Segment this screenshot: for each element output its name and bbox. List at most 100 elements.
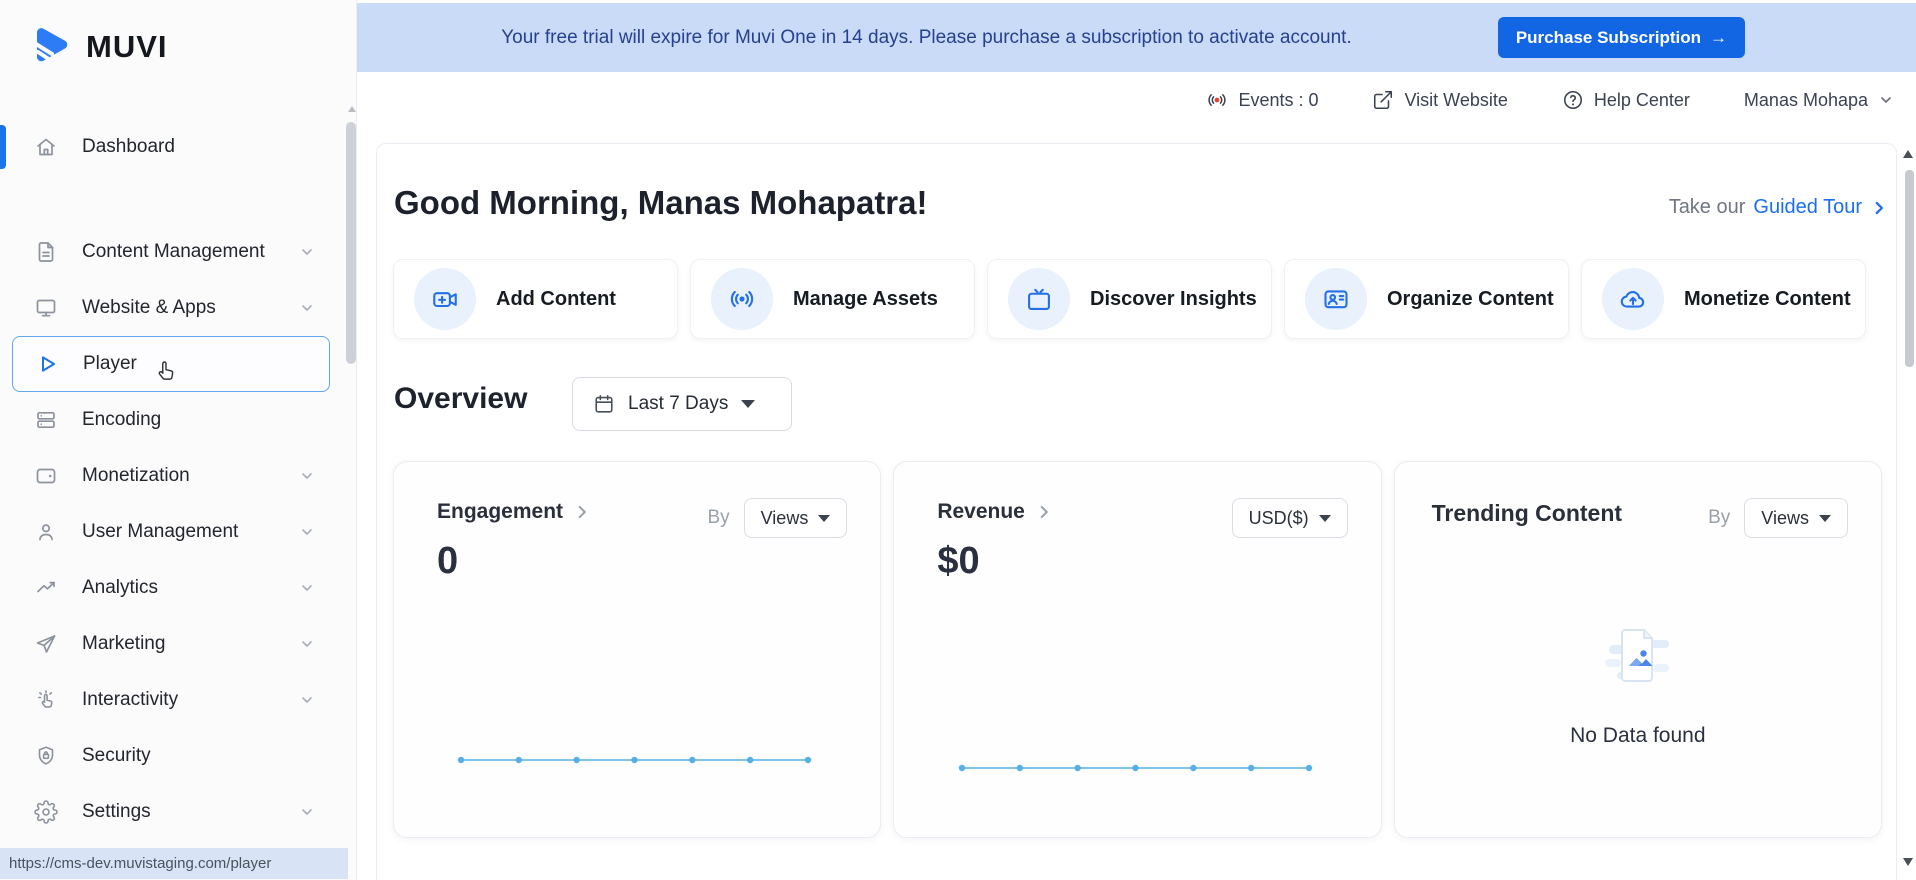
revenue-controls: USD($) xyxy=(1231,498,1348,538)
events-indicator[interactable]: Events : 0 xyxy=(1206,89,1318,111)
dashboard-content: Good Morning, Manas Mohapatra! Take our … xyxy=(376,143,1897,880)
calendar-icon xyxy=(595,394,613,413)
sidebar-item-analytics[interactable]: Analytics xyxy=(0,560,357,616)
muvi-logo-icon xyxy=(34,28,68,62)
caret-down-icon xyxy=(741,400,756,408)
engagement-metric-value: Views xyxy=(760,507,809,528)
purchase-subscription-label: Purchase Subscription xyxy=(1515,27,1701,47)
overview-title: Overview xyxy=(394,382,528,415)
send-icon xyxy=(36,635,56,653)
sidebar-item-security[interactable]: Security xyxy=(0,728,357,784)
quick-actions-row: Add Content Manage Assets Discover Insig… xyxy=(393,259,1866,339)
purchase-subscription-button[interactable]: Purchase Subscription → xyxy=(1497,17,1745,58)
engagement-card-title[interactable]: Engagement xyxy=(437,500,591,524)
icon-circle xyxy=(1008,268,1070,330)
organize-content-card[interactable]: Organize Content xyxy=(1284,259,1569,339)
guided-tour-link[interactable]: Guided Tour xyxy=(1753,196,1862,219)
quick-action-label: Monetize Content xyxy=(1684,287,1851,310)
no-data-illustration-icon xyxy=(1604,629,1669,682)
sidebar-item-player[interactable]: Player xyxy=(12,336,330,392)
revenue-card-title[interactable]: Revenue xyxy=(937,500,1053,524)
revenue-line-chart xyxy=(958,750,1313,774)
discover-insights-card[interactable]: Discover Insights xyxy=(987,259,1272,339)
user-card-icon xyxy=(1324,290,1348,309)
main-scroll-up-arrow[interactable] xyxy=(1903,150,1913,158)
broadcast-events-icon xyxy=(1208,94,1227,106)
by-label: By xyxy=(707,507,730,528)
help-center-label: Help Center xyxy=(1593,89,1690,110)
main-scroll-down-arrow[interactable] xyxy=(1903,858,1913,866)
play-icon xyxy=(42,356,55,372)
sidebar-item-monetization[interactable]: Monetization xyxy=(0,448,357,504)
chevron-right-icon xyxy=(578,505,586,519)
sidebar-item-encoding[interactable]: Encoding xyxy=(0,392,357,448)
sidebar-item-label: Monetization xyxy=(82,465,190,486)
manage-assets-card[interactable]: Manage Assets xyxy=(690,259,975,339)
sidebar-item-dashboard[interactable]: Dashboard xyxy=(0,119,357,175)
trending-controls: By Views xyxy=(1708,498,1848,538)
sidebar-item-label: Marketing xyxy=(82,633,166,654)
visit-website-link[interactable]: Visit Website xyxy=(1372,89,1508,111)
logo-wordmark: MUVI xyxy=(86,29,168,64)
caret-down-icon xyxy=(818,514,831,522)
chevron-down-icon xyxy=(1881,97,1891,104)
sidebar-nav: Dashboard Content Management Website & A… xyxy=(0,119,357,840)
sidebar-scrollbar[interactable] xyxy=(346,122,356,364)
icon-circle xyxy=(1305,268,1367,330)
trending-metric-dropdown[interactable]: Views xyxy=(1744,498,1848,538)
sidebar-item-label: Dashboard xyxy=(82,136,175,157)
chevron-down-icon xyxy=(302,473,312,480)
sidebar-item-label: Encoding xyxy=(82,409,162,430)
sidebar-item-interactivity[interactable]: Interactivity xyxy=(0,672,357,728)
home-icon xyxy=(37,138,55,156)
sidebar-item-label: Settings xyxy=(82,801,151,822)
main-scrollbar[interactable] xyxy=(1905,170,1914,367)
quick-action-label: Organize Content xyxy=(1387,287,1554,310)
tap-icon xyxy=(38,690,53,708)
sidebar-item-label: User Management xyxy=(82,521,239,542)
date-range-dropdown[interactable]: Last 7 Days xyxy=(572,377,792,431)
sidebar-item-user-management[interactable]: User Management xyxy=(0,504,357,560)
sidebar-item-label: Interactivity xyxy=(82,689,179,710)
currency-dropdown[interactable]: USD($) xyxy=(1231,498,1348,538)
server-icon xyxy=(37,411,55,429)
engagement-card: Engagement By Views 0 xyxy=(393,461,882,838)
status-url-tooltip: https://cms-dev.muvistaging.com/player xyxy=(0,848,348,879)
muvi-logo[interactable]: MUVI xyxy=(26,24,168,70)
sidebar-scroll-up-arrow[interactable] xyxy=(348,106,356,112)
shield-lock-icon xyxy=(38,746,54,765)
events-label: Events : 0 xyxy=(1238,89,1319,110)
chevron-down-icon xyxy=(302,809,312,816)
video-plus-icon xyxy=(433,292,457,308)
guided-tour[interactable]: Take our Guided Tour xyxy=(1669,196,1888,219)
revenue-card: Revenue USD($) $0 xyxy=(893,461,1382,838)
guided-tour-prefix: Take our xyxy=(1668,196,1746,218)
external-link-icon xyxy=(1374,90,1393,110)
trending-content-card: Trending Content By Views No Data found xyxy=(1393,461,1882,838)
quick-action-label: Discover Insights xyxy=(1090,287,1257,310)
sidebar-item-settings[interactable]: Settings xyxy=(0,784,357,840)
revenue-value: $0 xyxy=(937,540,980,582)
sidebar-item-marketing[interactable]: Marketing xyxy=(0,616,357,672)
user-icon xyxy=(39,524,53,541)
monetize-content-card[interactable]: Monetize Content xyxy=(1581,259,1866,339)
sidebar-item-label: Security xyxy=(82,745,151,766)
hand-cursor-icon xyxy=(158,361,174,380)
user-menu[interactable]: Manas Mohapa xyxy=(1744,90,1894,111)
help-center-link[interactable]: Help Center xyxy=(1562,89,1690,111)
chevron-right-icon xyxy=(1875,201,1883,214)
sidebar-item-content-management[interactable]: Content Management xyxy=(0,224,357,280)
cloud-dollar-icon xyxy=(1620,290,1645,308)
chevron-down-icon xyxy=(302,585,312,592)
chevron-right-icon xyxy=(1040,505,1048,519)
add-content-card[interactable]: Add Content xyxy=(393,259,678,339)
sidebar-item-website-apps[interactable]: Website & Apps xyxy=(0,280,357,336)
trial-banner: Your free trial will expire for Muvi One… xyxy=(357,3,1916,72)
icon-circle xyxy=(1602,268,1664,330)
file-text-icon xyxy=(38,242,54,262)
visit-website-label: Visit Website xyxy=(1404,89,1508,110)
sidebar: MUVI Dashboard Content Management Websit… xyxy=(0,0,357,880)
engagement-metric-dropdown[interactable]: Views xyxy=(743,498,848,538)
sidebar-item-label: Website & Apps xyxy=(82,297,216,318)
broadcast-icon xyxy=(730,290,754,308)
